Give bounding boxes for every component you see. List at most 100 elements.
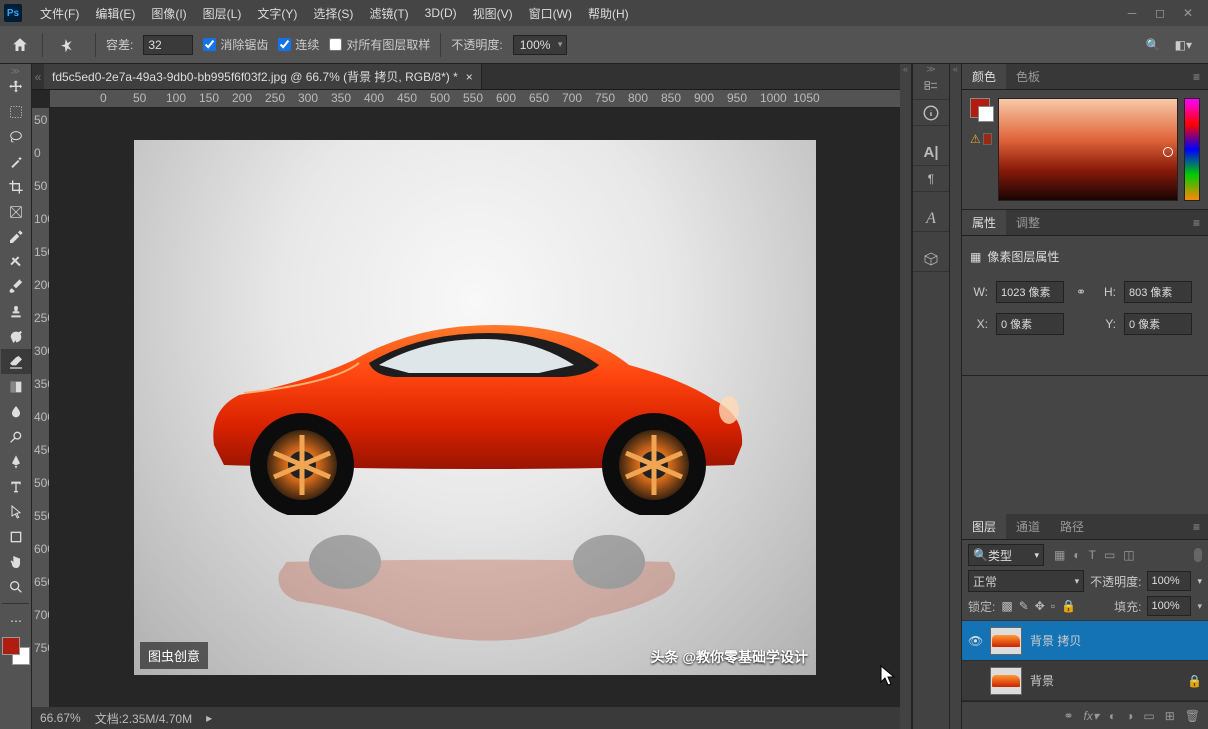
all-layers-checkbox[interactable]: 对所有图层取样 xyxy=(329,36,430,53)
crop-tool[interactable] xyxy=(1,174,31,199)
filter-toggle[interactable] xyxy=(1194,548,1202,562)
tool-preset-icon[interactable] xyxy=(54,32,84,57)
eraser-tool[interactable] xyxy=(1,349,31,374)
dock-collapse-left[interactable]: « xyxy=(900,64,912,729)
foreground-swatch[interactable] xyxy=(2,637,20,655)
edit-toolbar-icon[interactable]: ⋯ xyxy=(1,608,31,633)
document-tab[interactable]: fd5c5ed0-2e7a-49a3-9db0-bb995f6f03f2.jpg… xyxy=(44,64,482,89)
tab-color[interactable]: 颜色 xyxy=(962,64,1006,89)
filter-smart-icon[interactable]: ◫ xyxy=(1123,548,1134,562)
dodge-tool[interactable] xyxy=(1,424,31,449)
menu-window[interactable]: 窗口(W) xyxy=(521,5,580,22)
path-select-tool[interactable] xyxy=(1,499,31,524)
fx-icon[interactable]: fx▾ xyxy=(1084,709,1099,723)
close-icon[interactable]: ✕ xyxy=(1180,5,1196,21)
lock-all-icon[interactable]: 🔒 xyxy=(1061,599,1076,613)
antialias-checkbox[interactable]: 消除锯齿 xyxy=(203,36,268,53)
filter-pixel-icon[interactable]: ▦ xyxy=(1054,548,1065,562)
tab-paths[interactable]: 路径 xyxy=(1050,514,1094,539)
width-input[interactable] xyxy=(996,281,1064,303)
blend-mode-dropdown[interactable]: 正常 xyxy=(968,570,1084,592)
menu-filter[interactable]: 滤镜(T) xyxy=(361,5,416,22)
stamp-tool[interactable] xyxy=(1,299,31,324)
tab-adjustments[interactable]: 调整 xyxy=(1006,210,1050,235)
home-button[interactable] xyxy=(8,33,32,57)
zoom-tool[interactable] xyxy=(1,574,31,599)
pen-tool[interactable] xyxy=(1,449,31,474)
blur-tool[interactable] xyxy=(1,399,31,424)
menu-edit[interactable]: 编辑(E) xyxy=(87,5,143,22)
magic-wand-tool[interactable] xyxy=(1,149,31,174)
menu-3d[interactable]: 3D(D) xyxy=(417,6,465,20)
group-icon[interactable]: ▭ xyxy=(1143,709,1154,723)
panel-menu-icon[interactable]: ≡ xyxy=(1185,70,1208,84)
type-tool[interactable] xyxy=(1,474,31,499)
contiguous-checkbox[interactable]: 连续 xyxy=(278,36,319,53)
y-input[interactable] xyxy=(1124,313,1192,335)
height-input[interactable] xyxy=(1124,281,1192,303)
lock-paint-icon[interactable]: ✎ xyxy=(1019,599,1029,613)
panel-menu-icon[interactable]: ≡ xyxy=(1185,216,1208,230)
eyedropper-tool[interactable] xyxy=(1,224,31,249)
lock-trans-icon[interactable]: ▩ xyxy=(1001,599,1012,613)
hand-tool[interactable] xyxy=(1,549,31,574)
shape-tool[interactable] xyxy=(1,524,31,549)
brush-tool[interactable] xyxy=(1,274,31,299)
layer-thumbnail[interactable] xyxy=(990,667,1022,695)
healing-tool[interactable] xyxy=(1,249,31,274)
layer-filter-dropdown[interactable]: 🔍 类型 xyxy=(968,544,1044,566)
dock-history-icon[interactable] xyxy=(913,74,949,100)
layer-name[interactable]: 背景 xyxy=(1030,672,1054,689)
tab-layers[interactable]: 图层 xyxy=(962,514,1006,539)
dock-character-icon[interactable]: A| xyxy=(913,140,949,166)
lock-nest-icon[interactable]: ▫ xyxy=(1051,599,1055,613)
bg-color-box[interactable] xyxy=(978,106,994,122)
mask-icon[interactable]: ◐ xyxy=(1109,709,1116,723)
delete-icon[interactable]: 🗑 xyxy=(1185,709,1200,723)
x-input[interactable] xyxy=(996,313,1064,335)
move-tool[interactable] xyxy=(1,74,31,99)
dock-3d-icon[interactable] xyxy=(913,246,949,272)
layer-fill-input[interactable] xyxy=(1147,596,1191,616)
panel-menu-icon[interactable]: ≡ xyxy=(1185,520,1208,534)
hue-slider[interactable] xyxy=(1184,98,1200,201)
doc-size[interactable]: 文档:2.35M/4.70M xyxy=(95,710,192,727)
adjustment-icon[interactable]: ◑ xyxy=(1126,709,1133,723)
menu-file[interactable]: 文件(F) xyxy=(32,5,87,22)
menu-help[interactable]: 帮助(H) xyxy=(580,5,637,22)
filter-adjust-icon[interactable]: ◐ xyxy=(1073,548,1080,562)
tab-channels[interactable]: 通道 xyxy=(1006,514,1050,539)
tab-close-icon[interactable]: × xyxy=(466,70,473,84)
history-brush-tool[interactable] xyxy=(1,324,31,349)
menu-type[interactable]: 文字(Y) xyxy=(249,5,305,22)
frame-tool[interactable] xyxy=(1,199,31,224)
marquee-tool[interactable] xyxy=(1,99,31,124)
dock-collapse-right[interactable]: « xyxy=(950,64,962,729)
dock-info-icon[interactable] xyxy=(913,100,949,126)
layer-row[interactable]: 背景🔒 xyxy=(962,661,1208,701)
search-icon[interactable]: 🔍 xyxy=(1146,38,1161,52)
visibility-icon[interactable]: 👁 xyxy=(968,634,982,648)
link-layers-icon[interactable]: ⚭ xyxy=(1063,709,1073,723)
dock-paragraph-icon[interactable]: ¶ xyxy=(913,166,949,192)
new-layer-icon[interactable]: ⊞ xyxy=(1165,709,1175,723)
layer-name[interactable]: 背景 拷贝 xyxy=(1030,632,1081,649)
menu-select[interactable]: 选择(S) xyxy=(305,5,361,22)
layer-thumbnail[interactable] xyxy=(990,627,1022,655)
lasso-tool[interactable] xyxy=(1,124,31,149)
gradient-tool[interactable] xyxy=(1,374,31,399)
minimize-icon[interactable]: ─ xyxy=(1124,5,1140,21)
tab-properties[interactable]: 属性 xyxy=(962,210,1006,235)
menu-view[interactable]: 视图(V) xyxy=(465,5,521,22)
filter-type-icon[interactable]: T xyxy=(1089,548,1096,562)
menu-layer[interactable]: 图层(L) xyxy=(195,5,250,22)
zoom-level[interactable]: 66.67% xyxy=(40,711,81,725)
lock-pos-icon[interactable]: ✥ xyxy=(1035,599,1045,613)
link-wh-icon[interactable]: ⚭ xyxy=(1072,285,1090,299)
layer-row[interactable]: 👁 背景 拷贝 xyxy=(962,621,1208,661)
status-arrow-icon[interactable]: ▸ xyxy=(206,711,212,725)
color-field[interactable] xyxy=(998,98,1178,201)
menu-image[interactable]: 图像(I) xyxy=(143,5,194,22)
filter-shape-icon[interactable]: ▭ xyxy=(1104,548,1115,562)
opacity-dropdown[interactable]: 100% xyxy=(513,35,568,55)
